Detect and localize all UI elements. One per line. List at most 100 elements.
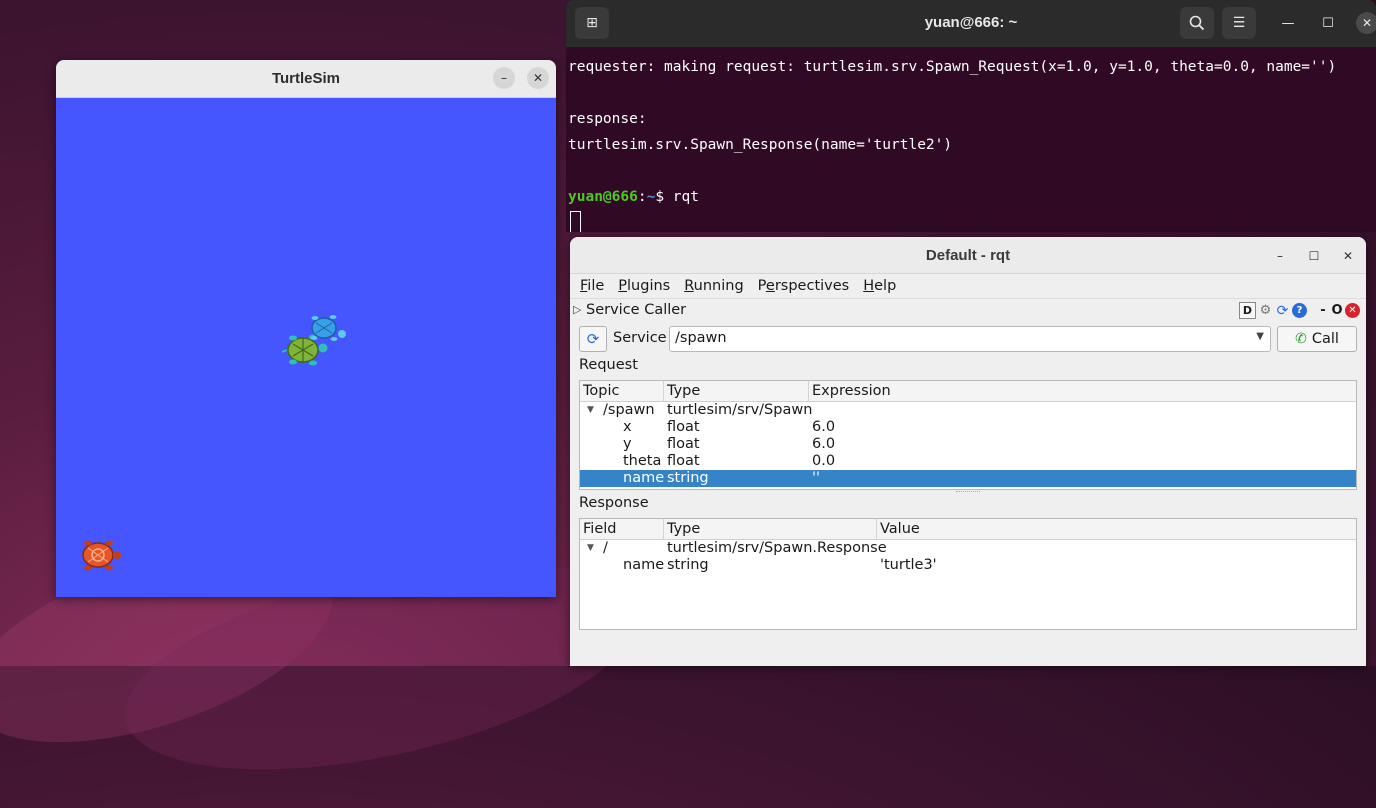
plugin-toolbar: D ⚙ ⟳ ? - O ✕ bbox=[1239, 302, 1360, 319]
prompt-path: ~ bbox=[646, 189, 656, 205]
response-table[interactable]: Field Type Value ▼ / turtlesim/srv/Spawn… bbox=[579, 518, 1357, 630]
menu-mnemonic: e bbox=[765, 278, 775, 294]
service-label: Service bbox=[613, 330, 667, 346]
turtlesim-close-button[interactable]: ✕ bbox=[527, 67, 549, 89]
call-button[interactable]: ✆ Call bbox=[1277, 326, 1357, 352]
reload-icon[interactable]: ⟳ bbox=[1275, 303, 1290, 319]
service-select[interactable]: /spawn ▼ bbox=[669, 326, 1271, 352]
chevron-down-icon[interactable]: ▼ bbox=[587, 540, 594, 557]
turtle-orange-icon bbox=[82, 540, 121, 571]
refresh-icon: ⟳ bbox=[586, 330, 600, 348]
table-row[interactable]: y float 6.0 bbox=[580, 436, 1356, 453]
hamburger-icon: ☰ bbox=[1232, 15, 1246, 31]
turtlesim-minimize-button[interactable]: – bbox=[493, 67, 515, 89]
table-row[interactable]: ▼ /spawn turtlesim/srv/Spawn bbox=[580, 402, 1356, 419]
terminal-prompt: yuan@666:~$ rqt bbox=[568, 184, 1376, 210]
phone-icon: ✆ bbox=[1295, 331, 1307, 347]
minimize-icon: – bbox=[1277, 249, 1283, 263]
minimize-plugin-icon[interactable]: - bbox=[1317, 303, 1329, 318]
request-table[interactable]: Topic Type Expression ▼ /spawn turtlesim… bbox=[579, 380, 1357, 490]
column-header-expression[interactable]: Expression bbox=[812, 383, 891, 403]
menu-file[interactable]: File bbox=[580, 278, 604, 294]
search-icon bbox=[1189, 15, 1205, 31]
dock-icon[interactable]: D bbox=[1239, 302, 1256, 319]
table-row[interactable]: name string 'turtle3' bbox=[580, 557, 1356, 574]
maximize-button[interactable]: ☐ bbox=[1317, 12, 1339, 34]
search-button[interactable] bbox=[1180, 7, 1214, 39]
row-type: turtlesim/srv/Spawn.Response bbox=[667, 540, 887, 556]
terminal-line: requester: making request: turtlesim.srv… bbox=[568, 59, 1337, 75]
close-plugin-icon[interactable]: ✕ bbox=[1345, 303, 1360, 318]
menu-label: rspectives bbox=[774, 278, 850, 294]
menu-button[interactable]: ☰ bbox=[1222, 7, 1256, 39]
row-expression[interactable]: 6.0 bbox=[812, 436, 835, 453]
terminal-output[interactable]: requester: making request: turtlesim.srv… bbox=[566, 48, 1376, 232]
turtle-blue-icon bbox=[310, 315, 346, 341]
row-type: float bbox=[667, 436, 700, 452]
row-field: / bbox=[603, 540, 608, 556]
menu-label: P bbox=[757, 278, 766, 294]
rqt-window[interactable]: Default - rqt – ☐ ✕ File Plugins Running… bbox=[570, 237, 1366, 666]
row-topic: y bbox=[623, 436, 632, 452]
menu-label: ile bbox=[587, 278, 605, 294]
close-button[interactable]: ✕ bbox=[1356, 12, 1376, 34]
turtlesim-canvas bbox=[56, 98, 556, 597]
rqt-minimize-button[interactable]: – bbox=[1270, 246, 1290, 266]
help-icon[interactable]: ? bbox=[1292, 303, 1307, 318]
service-select-value: /spawn bbox=[675, 330, 727, 346]
menu-plugins[interactable]: Plugins bbox=[618, 278, 670, 294]
prompt-user: yuan@666 bbox=[568, 189, 638, 205]
splitter-handle[interactable] bbox=[956, 491, 980, 494]
row-type: turtlesim/srv/Spawn bbox=[667, 402, 813, 418]
menu-label: lugins bbox=[627, 278, 671, 294]
minimize-icon: — bbox=[1281, 15, 1295, 31]
column-header-type[interactable]: Type bbox=[667, 521, 700, 541]
table-row[interactable]: ▼ / turtlesim/srv/Spawn.Response bbox=[580, 540, 1356, 557]
column-header-type[interactable]: Type bbox=[667, 383, 700, 403]
table-row-selected[interactable]: name string '' bbox=[580, 470, 1356, 487]
turtlesim-title: TurtleSim bbox=[271, 70, 341, 87]
plugin-expand-icon[interactable]: ▷ bbox=[573, 303, 581, 316]
menu-label: unning bbox=[693, 278, 744, 294]
menu-mnemonic: H bbox=[863, 278, 875, 294]
float-plugin-icon[interactable]: O bbox=[1331, 303, 1343, 318]
prompt-sep: : bbox=[637, 189, 647, 205]
menu-bar: File Plugins Running Perspectives Help bbox=[570, 274, 1366, 298]
terminal-titlebar[interactable]: ⊞ yuan@666: ~ ☰ — ☐ ✕ bbox=[566, 0, 1376, 48]
row-expression[interactable]: '' bbox=[812, 470, 820, 487]
row-expression[interactable]: 0.0 bbox=[812, 453, 835, 470]
rqt-close-button[interactable]: ✕ bbox=[1338, 246, 1358, 266]
table-row[interactable]: theta float 0.0 bbox=[580, 453, 1356, 470]
row-type: string bbox=[667, 557, 709, 573]
row-expression[interactable]: 6.0 bbox=[812, 419, 835, 436]
refresh-services-button[interactable]: ⟳ bbox=[579, 326, 607, 352]
row-type: string bbox=[667, 470, 709, 486]
menu-perspectives[interactable]: Perspectives bbox=[758, 278, 850, 294]
minimize-button[interactable]: — bbox=[1277, 12, 1299, 34]
chevron-down-icon[interactable]: ▼ bbox=[587, 402, 594, 419]
column-header-field[interactable]: Field bbox=[583, 521, 616, 541]
row-topic: theta bbox=[623, 453, 662, 469]
request-label: Request bbox=[579, 357, 638, 373]
turtlesim-titlebar[interactable]: TurtleSim – ✕ bbox=[56, 60, 556, 98]
turtlesim-window[interactable]: TurtleSim – ✕ bbox=[56, 60, 556, 597]
terminal-line: response: bbox=[568, 111, 647, 127]
column-header-topic[interactable]: Topic bbox=[583, 383, 619, 403]
maximize-icon: ☐ bbox=[1322, 15, 1334, 31]
menu-label: elp bbox=[874, 278, 897, 294]
terminal-input-line[interactable] bbox=[568, 210, 1376, 232]
gear-icon[interactable]: ⚙ bbox=[1258, 303, 1273, 318]
table-row[interactable]: x float 6.0 bbox=[580, 419, 1356, 436]
menu-help[interactable]: Help bbox=[863, 278, 896, 294]
column-header-value[interactable]: Value bbox=[880, 521, 920, 541]
menu-running[interactable]: Running bbox=[684, 278, 743, 294]
menu-mnemonic: P bbox=[618, 278, 628, 294]
terminal-window[interactable]: ⊞ yuan@666: ~ ☰ — ☐ ✕ requester: making … bbox=[566, 0, 1376, 232]
rqt-maximize-button[interactable]: ☐ bbox=[1304, 246, 1324, 266]
row-value: 'turtle3' bbox=[880, 557, 937, 573]
plugin-title: Service Caller bbox=[586, 302, 687, 318]
minimize-icon: – bbox=[501, 71, 507, 85]
rqt-titlebar[interactable]: Default - rqt – ☐ ✕ bbox=[570, 237, 1366, 274]
row-field: name bbox=[623, 557, 665, 573]
